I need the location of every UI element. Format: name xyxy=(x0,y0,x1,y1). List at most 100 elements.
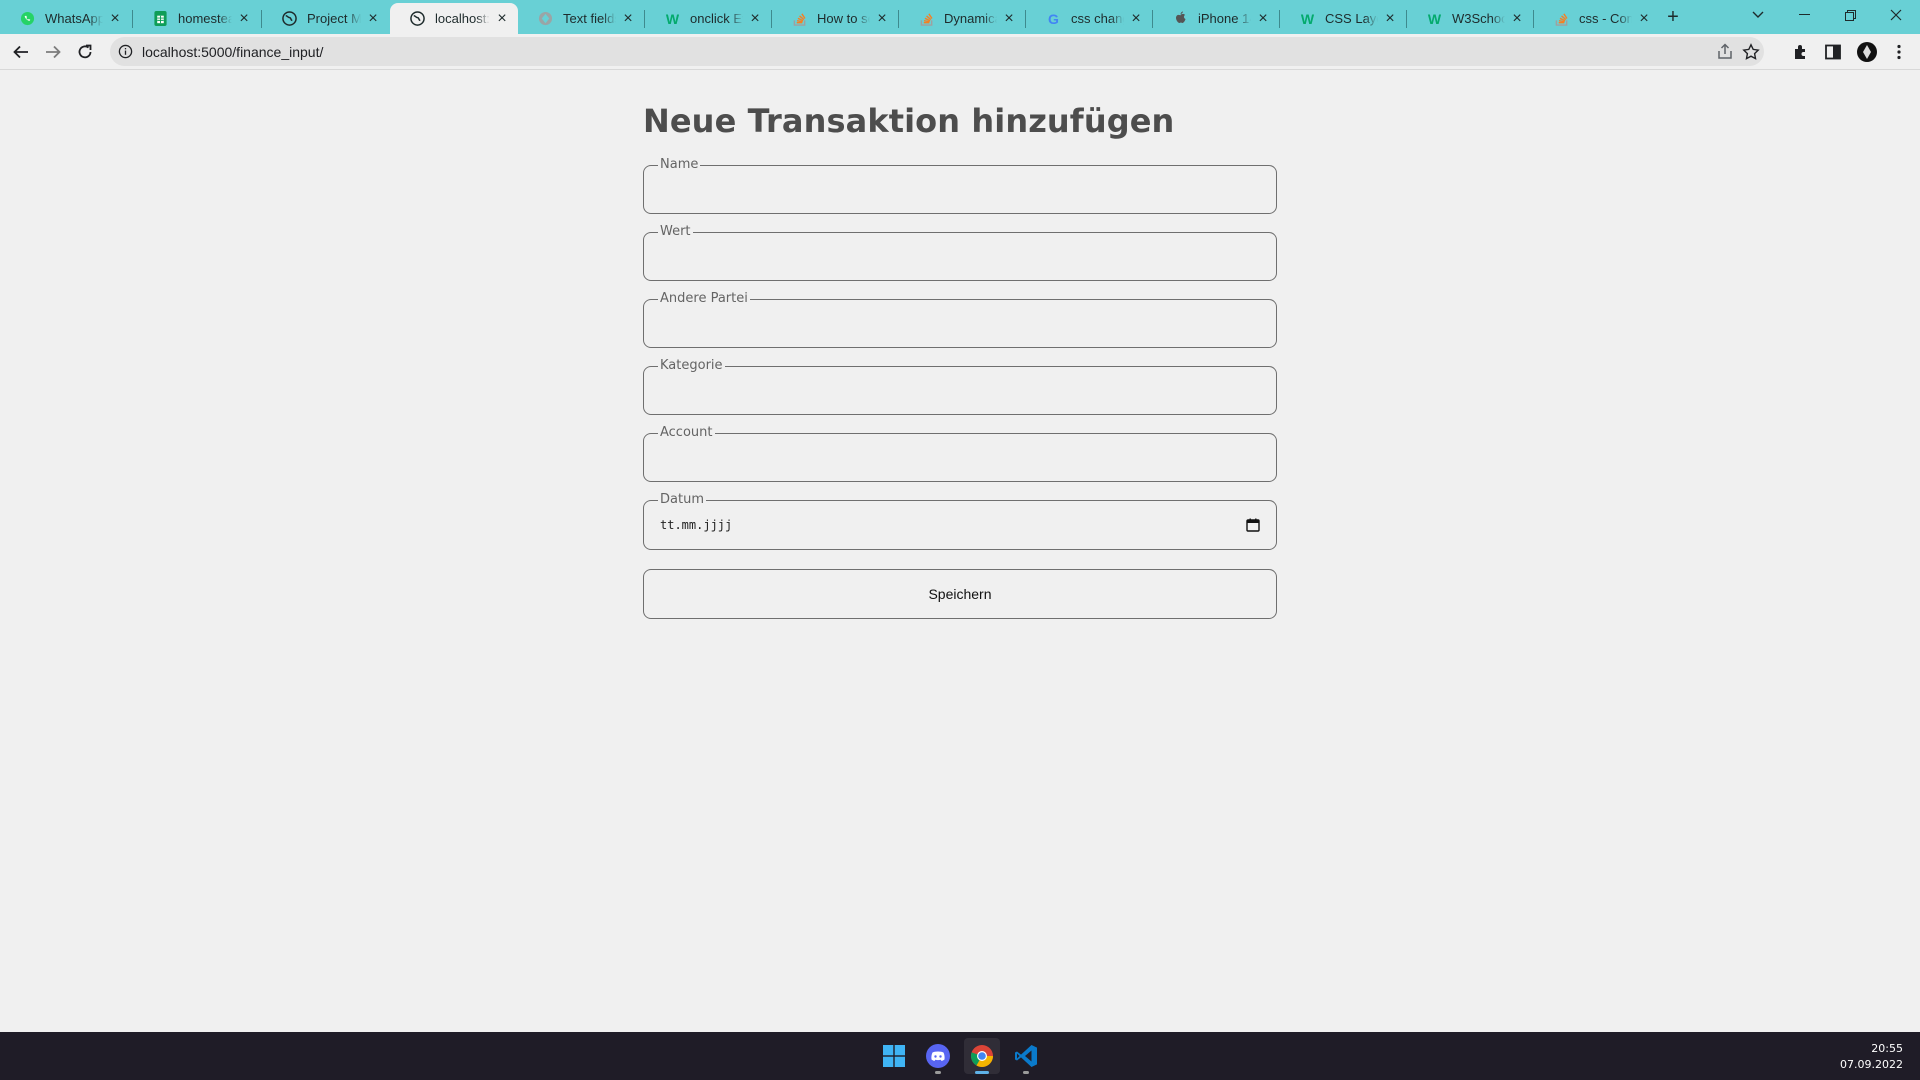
system-clock[interactable]: 20:55 07.09.2022 xyxy=(1840,1041,1903,1073)
globe-icon xyxy=(282,11,297,26)
page-content: Neue Transaktion hinzufügen Name Wert An… xyxy=(0,70,1920,1032)
tab-text-fields[interactable]: Text fields - Material × xyxy=(518,3,644,34)
wert-field[interactable]: Wert xyxy=(643,224,1277,281)
account-field[interactable]: Account xyxy=(643,425,1277,482)
tab-homestead[interactable]: homestead × xyxy=(133,3,260,34)
tab-title: css change xyxy=(1071,11,1124,26)
tab-title: CSS Layout xyxy=(1325,11,1378,26)
tab-localhost[interactable]: localhost:5000 × xyxy=(390,3,518,34)
close-tab-icon[interactable]: × xyxy=(620,10,636,27)
apple-icon xyxy=(1173,11,1188,26)
tab-css-change[interactable]: G css change × xyxy=(1026,3,1152,34)
tab-how-to-set[interactable]: How to set × xyxy=(772,3,898,34)
w3schools-icon: W xyxy=(1427,10,1442,27)
info-icon[interactable] xyxy=(118,44,133,59)
tab-project[interactable]: Project MyF × xyxy=(262,3,389,34)
browser-toolbar: localhost:5000/finance_input/ xyxy=(0,34,1920,70)
profile-avatar[interactable] xyxy=(1856,41,1878,63)
tab-title: How to set xyxy=(817,11,870,26)
start-button[interactable] xyxy=(876,1038,912,1074)
close-tab-icon[interactable]: × xyxy=(1636,10,1652,27)
close-tab-icon[interactable]: × xyxy=(1509,10,1525,27)
taskbar-app-chrome[interactable] xyxy=(964,1038,1000,1074)
clock-date: 07.09.2022 xyxy=(1840,1058,1903,1071)
date-input[interactable]: tt.mm.jjjj xyxy=(660,518,732,532)
forward-button[interactable] xyxy=(39,38,67,66)
close-window-button[interactable] xyxy=(1873,0,1919,30)
close-tab-icon[interactable]: × xyxy=(236,10,252,27)
close-icon xyxy=(1890,9,1902,21)
close-tab-icon[interactable]: × xyxy=(1128,10,1144,27)
minimize-icon xyxy=(1798,14,1810,15)
whatsapp-icon xyxy=(20,11,35,26)
sheets-icon xyxy=(153,11,168,26)
taskbar-app-vscode[interactable] xyxy=(1008,1038,1044,1074)
globe-icon xyxy=(410,11,425,26)
windows-start-icon xyxy=(883,1045,905,1067)
arrow-right-icon xyxy=(46,45,61,59)
andere-partei-input[interactable] xyxy=(644,300,1276,347)
reload-button[interactable] xyxy=(71,38,99,66)
new-tab-button[interactable]: + xyxy=(1660,5,1686,29)
stackoverflow-icon xyxy=(919,11,934,26)
close-tab-icon[interactable]: × xyxy=(1382,10,1398,27)
bookmark-star-icon[interactable] xyxy=(1742,43,1760,61)
discord-icon xyxy=(926,1044,950,1068)
taskbar-app-discord[interactable] xyxy=(920,1038,956,1074)
close-tab-icon[interactable]: × xyxy=(1255,10,1271,27)
close-tab-icon[interactable]: × xyxy=(747,10,763,27)
stackoverflow-icon xyxy=(792,11,807,26)
kategorie-field[interactable]: Kategorie xyxy=(643,358,1277,415)
kategorie-input[interactable] xyxy=(644,367,1276,414)
tab-css-combi[interactable]: css - Combi × xyxy=(1534,3,1660,34)
close-tab-icon[interactable]: × xyxy=(1001,10,1017,27)
account-input[interactable] xyxy=(644,434,1276,481)
close-tab-icon[interactable]: × xyxy=(494,10,510,27)
tab-title: css - Combi xyxy=(1579,11,1632,26)
minimize-button[interactable] xyxy=(1781,0,1827,30)
address-bar[interactable]: localhost:5000/finance_input/ xyxy=(110,37,1764,66)
restore-icon xyxy=(1844,9,1856,21)
calendar-icon[interactable] xyxy=(1246,518,1260,532)
chevron-down-icon xyxy=(1752,11,1764,18)
extensions-icon[interactable] xyxy=(1792,43,1810,61)
andere-partei-field[interactable]: Andere Partei xyxy=(643,291,1277,348)
kebab-menu-icon[interactable] xyxy=(1890,43,1908,61)
w3schools-icon: W xyxy=(1300,10,1315,27)
tab-w3schools[interactable]: W W3Schools × xyxy=(1407,3,1533,34)
tab-onclick[interactable]: W onclick Event × xyxy=(645,3,771,34)
running-indicator xyxy=(1023,1071,1029,1074)
back-button[interactable] xyxy=(7,38,35,66)
chrome-icon xyxy=(971,1045,993,1067)
vscode-icon xyxy=(1015,1045,1037,1067)
datum-field[interactable]: Datum tt.mm.jjjj xyxy=(643,492,1277,550)
close-tab-icon[interactable]: × xyxy=(365,10,381,27)
browser-tab-strip: WhatsApp × homestead × Project MyF × loc… xyxy=(0,0,1920,34)
page-title: Neue Transaktion hinzufügen xyxy=(643,102,1175,140)
tab-title: Text fields - Material xyxy=(563,11,616,26)
reload-icon xyxy=(78,44,92,59)
datum-label: Datum xyxy=(658,492,706,508)
tab-dynamically[interactable]: Dynamically × xyxy=(899,3,1025,34)
close-tab-icon[interactable]: × xyxy=(874,10,890,27)
tab-search-button[interactable] xyxy=(1735,0,1781,30)
wert-input[interactable] xyxy=(644,233,1276,280)
tab-title: iPhone 14 1 xyxy=(1198,11,1251,26)
restore-button[interactable] xyxy=(1827,0,1873,30)
close-tab-icon[interactable]: × xyxy=(107,10,123,27)
tab-title: localhost:5000 xyxy=(435,11,490,26)
running-indicator xyxy=(975,1071,989,1074)
side-panel-icon[interactable] xyxy=(1824,43,1842,61)
tab-whatsapp[interactable]: WhatsApp × xyxy=(0,3,131,34)
name-field[interactable]: Name xyxy=(643,157,1277,214)
url-text[interactable]: localhost:5000/finance_input/ xyxy=(142,44,323,60)
tab-iphone[interactable]: iPhone 14 1 × xyxy=(1153,3,1279,34)
name-input[interactable] xyxy=(644,166,1276,213)
clock-time: 20:55 xyxy=(1871,1042,1903,1055)
share-icon[interactable] xyxy=(1716,43,1734,61)
tab-title: onclick Event xyxy=(690,11,743,26)
save-button[interactable]: Speichern xyxy=(643,569,1277,619)
google-icon: G xyxy=(1048,10,1059,27)
tab-css-layout[interactable]: W CSS Layout × xyxy=(1280,3,1406,34)
tab-title: Dynamically xyxy=(944,11,997,26)
